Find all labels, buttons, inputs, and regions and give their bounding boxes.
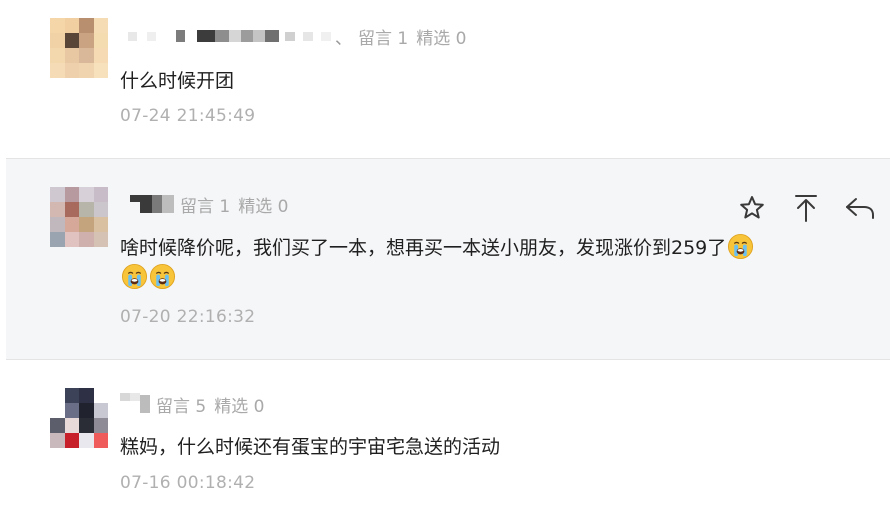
nickname[interactable]: 、 (128, 25, 352, 49)
comment-item: 留言 5 精选 0 糕妈，什么时候还有蛋宝的宇宙宅急送的活动 07-16 00:… (0, 360, 890, 518)
nickname[interactable] (120, 393, 150, 415)
featured-count: 精选 0 (214, 396, 265, 417)
featured-count: 精选 0 (416, 28, 467, 49)
crying-face-emoji-icon (149, 263, 176, 290)
comment-item: 留言 1 精选 0 啥时候降价呢，我们买了一本，想再买一本送小朋友，发现涨价到2… (6, 159, 890, 359)
comment-time: 07-24 21:45:49 (120, 106, 256, 126)
crying-face-emoji-icon (121, 263, 148, 290)
featured-count: 精选 0 (238, 196, 289, 217)
comment-text-body: 啥时候降价呢，我们买了一本，想再买一本送小朋友，发现涨价到259了 (120, 237, 727, 259)
pin-to-top-button[interactable] (790, 192, 822, 224)
reply-button[interactable] (844, 192, 876, 224)
message-count: 留言 1 (180, 196, 231, 217)
comment-actions (736, 192, 876, 224)
star-button[interactable] (736, 192, 768, 224)
message-count: 留言 5 (156, 396, 207, 417)
comment-time: 07-20 22:16:32 (120, 307, 256, 327)
star-icon (740, 196, 764, 219)
comment-text: 糕妈，什么时候还有蛋宝的宇宙宅急送的活动 (120, 436, 501, 458)
crying-face-emoji-icon (728, 233, 754, 260)
comment-meta: 留言 5 精选 0 (120, 393, 272, 417)
pin-to-top-icon (795, 195, 817, 222)
comment-text: 啥时候降价呢，我们买了一本，想再买一本送小朋友，发现涨价到259了 (120, 233, 840, 293)
message-count: 留言 1 (358, 28, 409, 49)
avatar[interactable] (50, 18, 108, 78)
comment-item: 、 留言 1 精选 0 什么时候开团 07-24 21:45:49 (0, 0, 890, 158)
comment-text: 什么时候开团 (120, 70, 235, 92)
reply-icon (846, 198, 874, 219)
avatar[interactable] (50, 388, 108, 448)
nickname-separator: 、 (335, 28, 352, 49)
comment-time: 07-16 00:18:42 (120, 473, 256, 493)
avatar[interactable] (50, 187, 108, 247)
nickname[interactable] (130, 193, 174, 215)
comment-meta: 留言 1 精选 0 (130, 193, 296, 217)
comment-meta: 、 留言 1 精选 0 (128, 25, 474, 49)
